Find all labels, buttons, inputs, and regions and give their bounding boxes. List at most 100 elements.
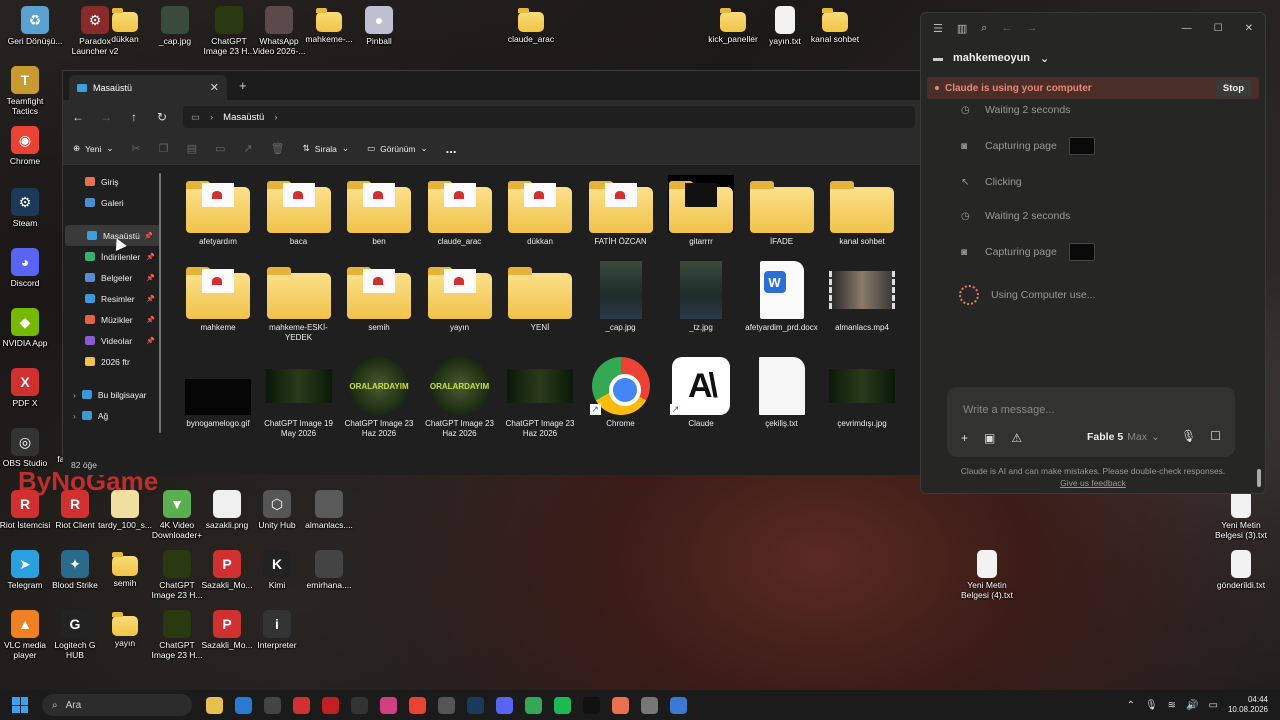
copy-icon[interactable]: ❐ [159,142,169,155]
desktop-icon[interactable]: claude_arac [502,6,560,44]
sidebar-item[interactable]: 2026 ftr [63,351,163,372]
file-item[interactable]: çekiliş.txt [743,357,821,429]
sidebar-item[interactable]: Müzikler 📌 [63,309,163,330]
chevron-right-icon[interactable]: › [73,411,76,421]
taskbar-app-icon[interactable] [380,696,397,714]
file-item[interactable]: ORALARDAYIM ChatGPT Image 23 Haz 2026 [421,357,499,439]
wifi-icon[interactable]: ≋ [1168,700,1176,711]
sidebar-item[interactable]: Giriş [63,171,163,192]
sidebar-item[interactable]: Videolar 📌 [63,330,163,351]
taskbar-app-icon[interactable] [641,696,658,714]
taskbar-app-icon[interactable] [612,696,629,714]
refresh-icon[interactable]: ↻ [155,110,169,124]
sidebar-item[interactable]: İndirilenler 📌 [63,246,163,267]
desktop-icon[interactable]: ● Pinball [350,6,408,46]
clock[interactable]: 04:44 10.08.2026 [1228,695,1268,715]
close-icon[interactable]: ✕ [1245,23,1253,34]
sidebar-item[interactable]: › Ağ [63,405,163,426]
taskbar-app-icon[interactable] [583,696,600,714]
taskbar-app-icon[interactable] [554,696,571,714]
battery-icon[interactable]: ▭ [1209,700,1218,711]
stop-square-icon[interactable]: ☐ [1210,429,1221,443]
model-selector[interactable]: Fable 5 Max ⌄ [1087,431,1160,443]
back-arrow-icon[interactable]: ← [71,110,85,124]
back-arrow-icon[interactable]: ← [1001,22,1012,34]
file-item[interactable]: YENİ [501,261,579,333]
sidebar-item[interactable]: Resimler 📌 [63,288,163,309]
microphone-icon[interactable]: 🎙 [1181,429,1196,443]
desktop-icon[interactable]: semih [96,550,154,588]
chevron-right-icon[interactable]: › [73,390,76,400]
taskbar-app-icon[interactable] [670,696,687,714]
sidebar-scrollbar[interactable] [159,173,161,433]
file-item[interactable]: semih [340,261,418,333]
delete-icon[interactable]: 🗑 [271,142,285,155]
taskbar-search[interactable]: ⌕ Ara [42,694,192,716]
file-item[interactable]: ChatGPT Image 23 Haz 2026 [501,357,579,439]
file-item[interactable]: ↗ Chrome [582,357,660,429]
message-input[interactable]: Write a message... [963,404,1055,416]
desktop-icon[interactable]: K Kimi [248,550,306,590]
taskbar-app-icon[interactable] [467,696,484,714]
new-button[interactable]: ⊕ Yeni ⌄ [73,143,113,154]
share-icon[interactable]: ↗ [243,142,252,155]
desktop-icon[interactable]: Yeni Metin Belgesi (3).txt [1212,490,1270,540]
rename-icon[interactable]: ▭ [215,142,225,155]
file-item[interactable]: ORALARDAYIM ChatGPT Image 23 Haz 2026 [340,357,418,439]
desktop-icon[interactable]: emirhana.... [300,550,358,590]
new-tab-button[interactable]: + [239,78,247,93]
feedback-link[interactable]: Give us feedback [921,477,1265,489]
file-item[interactable]: mahkeme [179,261,257,333]
desktop-icon[interactable]: almanlacs.... [300,490,358,530]
desktop-icon[interactable]: kanal sohbet [806,6,864,44]
taskbar-app-icon[interactable] [235,696,252,714]
desktop-icon[interactable]: ⚙ Steam [0,188,54,228]
taskbar-app-icon[interactable] [525,696,542,714]
minimize-icon[interactable]: — [1182,23,1192,34]
file-item[interactable]: FATİH ÖZCAN [582,175,660,247]
file-item[interactable]: afetyardım [179,175,257,247]
file-item[interactable]: yayın [421,261,499,333]
desktop-icon[interactable]: ◆ NVIDIA App [0,308,54,348]
taskbar-app-icon[interactable] [351,696,368,714]
taskbar-app-icon[interactable] [409,696,426,714]
file-item[interactable]: dükkan [501,175,579,247]
sidebar-item[interactable]: Belgeler 📌 [63,267,163,288]
file-item[interactable]: kanal sohbet [823,175,901,247]
file-item[interactable]: ChatGPT Image 19 May 2026 [260,357,338,439]
menu-icon[interactable]: ☰ [933,22,943,35]
desktop-icon[interactable]: ◉ Chrome [0,126,54,166]
taskbar-app-icon[interactable] [322,696,339,714]
file-item[interactable]: baca [260,175,338,247]
file-item[interactable]: İFADE [743,175,821,247]
more-options-button[interactable]: ... [446,141,457,156]
up-arrow-icon[interactable]: ↑ [127,110,141,124]
taskbar-app-icon[interactable] [438,696,455,714]
desktop-icon[interactable]: ♻ Geri Dönüşü... [6,6,64,46]
chevron-up-icon[interactable]: ⌃ [1127,700,1135,711]
desktop-icon[interactable]: Yeni Metin Belgesi (4).txt [958,550,1016,600]
file-item[interactable]: ben [340,175,418,247]
forward-arrow-icon[interactable]: → [1026,22,1037,34]
file-item[interactable]: gitarrrr [662,175,740,247]
desktop-icon[interactable]: gönderildi.txt [1212,550,1270,590]
file-item[interactable]: claude_arac [421,175,499,247]
microphone-icon[interactable]: 🎙 [1145,700,1158,711]
file-item[interactable]: almanlacs.mp4 [823,261,901,333]
desktop-icon[interactable]: X PDF X [0,368,54,408]
cut-icon[interactable]: ✂ [131,142,140,155]
file-item[interactable]: _tz.jpg [662,261,740,333]
sidebar-item[interactable]: Galeri [63,192,163,213]
paste-icon[interactable]: ▤ [187,142,197,155]
desktop-icon[interactable]: ◕ Discord [0,248,54,288]
folder-icon[interactable]: ▣ [984,431,995,445]
breadcrumb[interactable]: Masaüstü [223,112,264,123]
desktop-icon[interactable]: i Interpreter [248,610,306,650]
address-bar[interactable]: ▭ › Masaüstü › [183,106,915,128]
screenshot-thumbnail[interactable] [1068,137,1095,155]
file-item[interactable]: Wafetyardim_prd.docx [743,261,821,333]
taskbar-app-icon[interactable] [496,696,513,714]
desktop-icon[interactable]: _cap.jpg [146,6,204,46]
desktop-icon[interactable]: ⬡ Unity Hub [248,490,306,530]
file-item[interactable]: _cap.jpg [582,261,660,333]
